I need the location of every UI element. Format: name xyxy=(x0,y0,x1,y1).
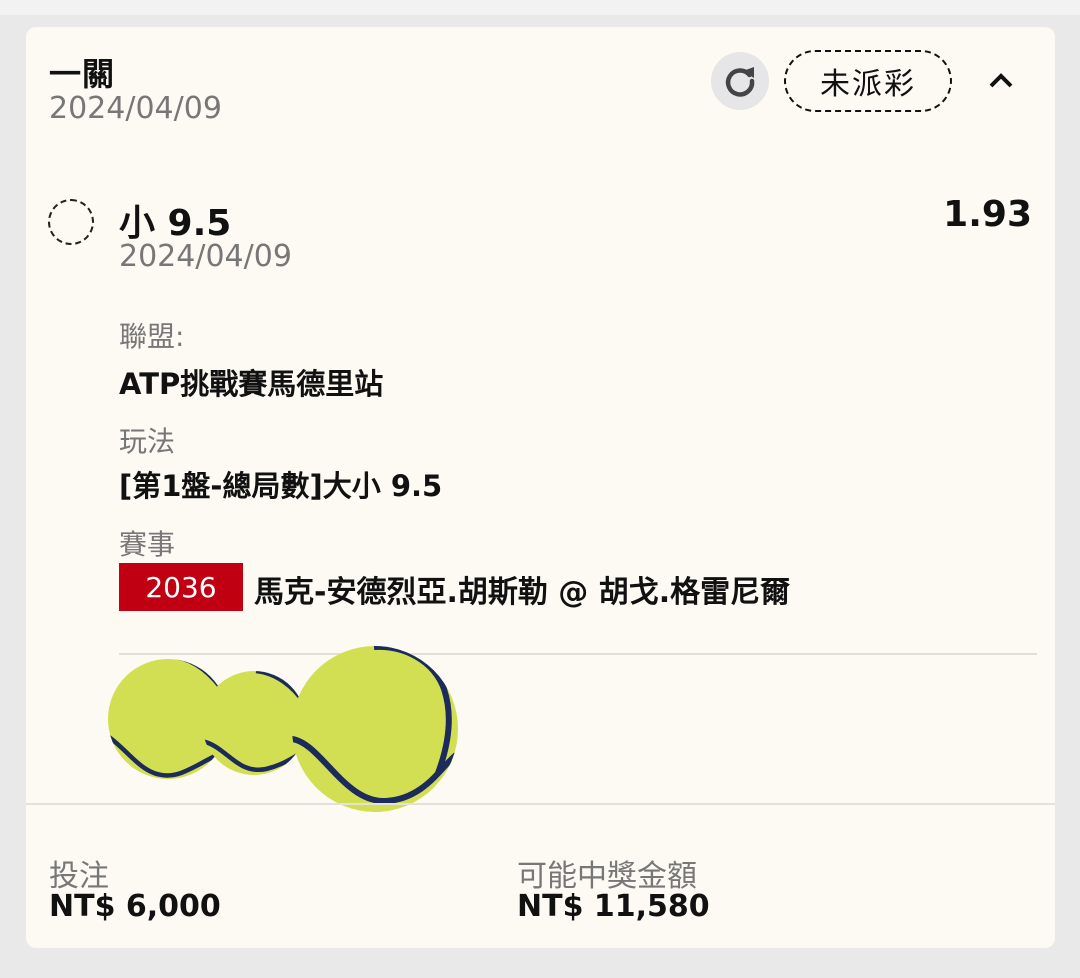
league-value: ATP挑戰賽馬德里站 xyxy=(119,367,384,401)
event-name: 馬克-安德烈亞.胡斯勒 @ 胡戈.格雷尼爾 xyxy=(254,575,791,610)
bet-card: 一關 2024/04/09 未派彩 小 9.5 1.93 2024/04/09 … xyxy=(26,27,1055,948)
tennis-balls-illustration xyxy=(108,646,458,812)
event-code-badge: 2036 xyxy=(119,563,243,611)
event-label: 賽事 xyxy=(119,528,176,561)
bet-date: 2024/04/09 xyxy=(49,91,222,126)
bet-type-title: 一關 xyxy=(49,55,116,93)
tennis-ball-icon xyxy=(292,646,458,812)
refresh-icon xyxy=(725,67,755,97)
top-strip xyxy=(0,0,1080,15)
collapse-button[interactable] xyxy=(981,62,1021,98)
selection-odds: 1.93 xyxy=(943,194,1032,235)
footer-divider xyxy=(26,803,1055,805)
refresh-button[interactable] xyxy=(711,52,769,110)
selection-status-icon xyxy=(48,199,94,245)
tennis-ball-icon xyxy=(202,671,306,775)
market-value: [第1盤-總局數]大小 9.5 xyxy=(119,469,443,503)
league-label: 聯盟: xyxy=(119,320,185,353)
chevron-up-icon xyxy=(989,73,1013,88)
selection-date: 2024/04/09 xyxy=(119,239,292,274)
status-badge: 未派彩 xyxy=(784,50,952,112)
stake-value: NT$ 6,000 xyxy=(49,889,221,924)
payout-value: NT$ 11,580 xyxy=(517,889,710,924)
market-label: 玩法 xyxy=(119,425,176,458)
